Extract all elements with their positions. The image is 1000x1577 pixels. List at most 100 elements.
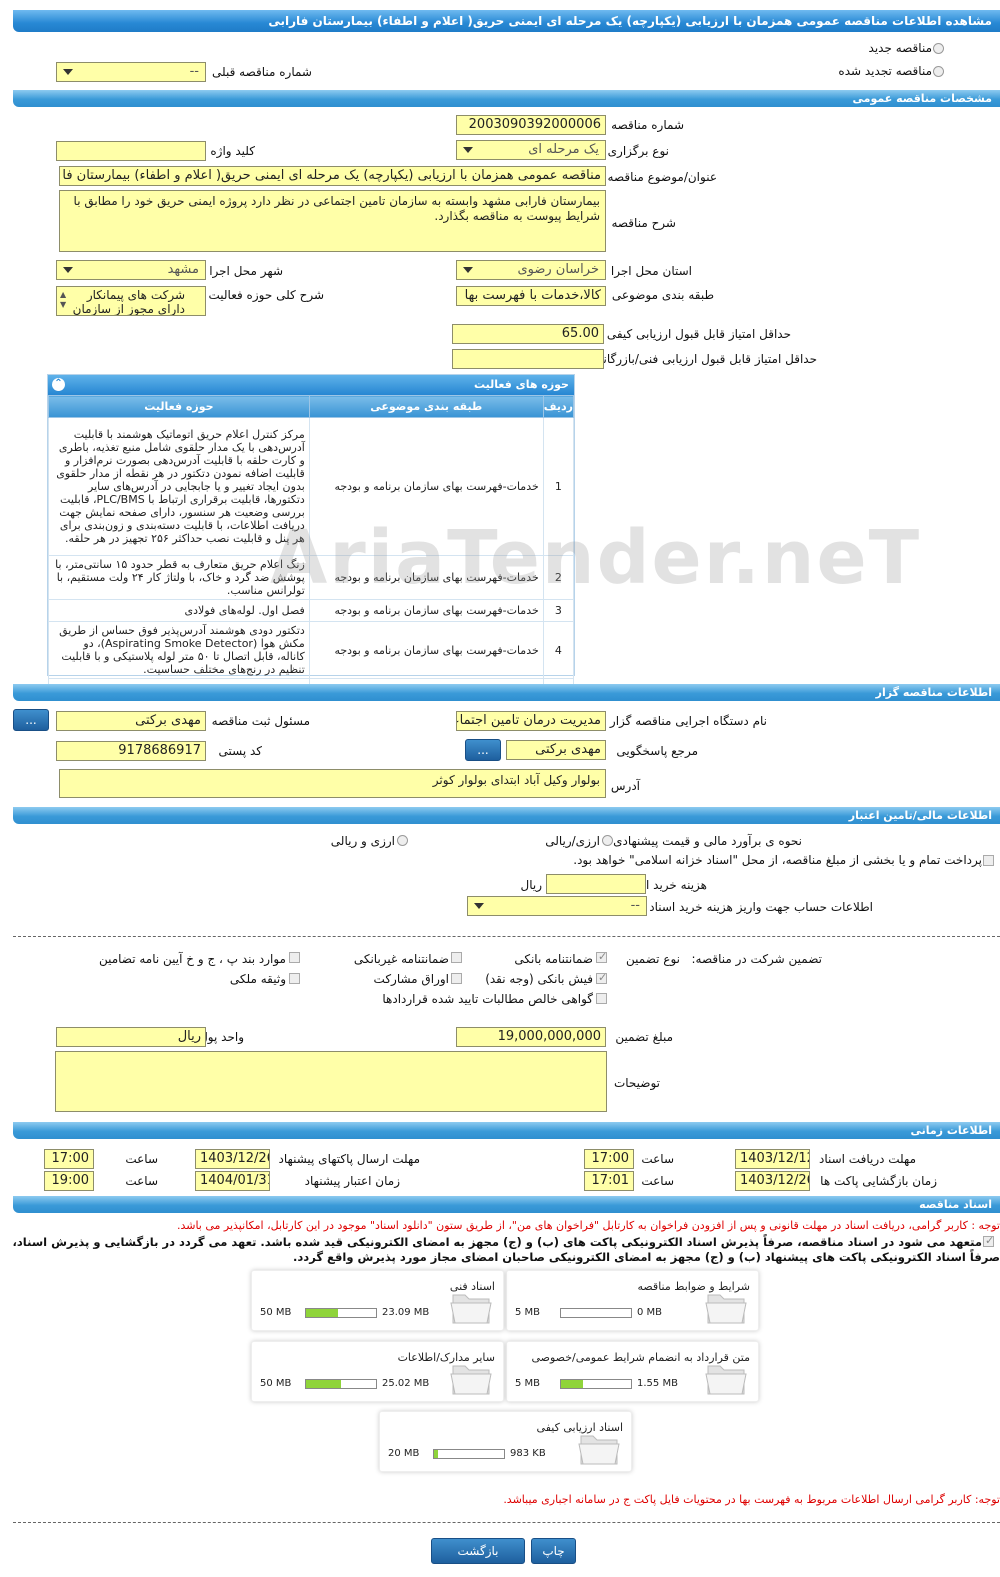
doc-card-progress xyxy=(305,1308,377,1318)
guarantee-property-checkbox[interactable] xyxy=(289,973,300,984)
estimate-label: نحوه ی برآورد مالی و قیمت پیشنهادی xyxy=(613,834,802,848)
category-field[interactable]: کالا،خدمات با فهرست بها xyxy=(456,286,606,306)
city-select[interactable]: مشهد xyxy=(56,260,206,280)
guarantee-cash-label: فیش بانکی (وجه نقد) xyxy=(485,972,593,986)
province-label: استان محل اجرا xyxy=(610,264,692,278)
subject-field[interactable]: مناقصه عمومی همزمان با ارزیابی (یکپارچه)… xyxy=(59,166,606,186)
guarantee-amount-field[interactable]: 19,000,000,000 xyxy=(456,1027,606,1047)
min-quality-field[interactable]: 65.00 xyxy=(452,324,604,344)
province-select[interactable]: خراسان رضوی xyxy=(456,260,606,280)
time-label: ساعت xyxy=(125,1152,158,1166)
back-button[interactable]: بازگشت xyxy=(431,1538,525,1564)
divider xyxy=(13,1522,1000,1523)
doc-card-limit: 20 MB xyxy=(388,1448,420,1459)
new-tender-radio[interactable] xyxy=(933,43,944,54)
finance-section-header: اطلاعات مالی/تامین اعتبار xyxy=(13,807,1000,824)
hold-type-label: نوع برگزاری xyxy=(607,144,669,158)
commit-line-2: صرفاً اسناد الکترونیکی پاکت های پیشنهاد … xyxy=(293,1250,1000,1264)
doc-card[interactable]: سایر مدارک/اطلاعات 50 MB 25.02 MB xyxy=(251,1341,504,1402)
prev-number-select[interactable]: -- xyxy=(56,62,206,82)
guarantee-claims-checkbox[interactable] xyxy=(596,993,607,1004)
doc-receive-time[interactable]: 17:00 xyxy=(584,1149,634,1169)
org-name-field[interactable]: مدیریت درمان تامین اجتماعی xyxy=(456,711,606,731)
guarantee-items-checkbox[interactable] xyxy=(289,952,300,963)
treasury-checkbox[interactable] xyxy=(983,855,994,866)
doc-fee-field[interactable] xyxy=(546,874,646,894)
activity-desc-field[interactable]: شرکت های پیمانکار دارای مجوز از سازمان ب… xyxy=(56,286,206,316)
docs-note: توجه : کاربر گرامی، دریافت اسناد در مهلت… xyxy=(176,1219,1000,1232)
scroll-arrows-icon[interactable]: ▲ ▼ xyxy=(60,290,66,310)
table-row: 3 خدمات-فهرست بهای سازمان برنامه و بودجه… xyxy=(48,599,575,622)
activities-grid-header: حوزه های فعالیت ⌃ xyxy=(48,375,574,395)
guarantee-nonbank-checkbox[interactable] xyxy=(451,952,462,963)
estimate-fx-radio[interactable] xyxy=(602,835,613,846)
table-row: 4 خدمات-فهرست بهای سازمان برنامه و بودجه… xyxy=(48,621,575,679)
registrar-label: مسئول ثبت مناقصه xyxy=(211,714,310,728)
registrar-lookup-button[interactable]: ... xyxy=(13,709,49,731)
estimate-fx-rial-radio[interactable] xyxy=(397,835,408,846)
min-tech-label: حداقل امتیاز قابل قبول ارزیابی فنی/بازرگ… xyxy=(593,352,817,366)
address-label: آدرس xyxy=(610,779,640,793)
keyword-field[interactable] xyxy=(56,141,206,161)
new-tender-label: مناقصه جدید xyxy=(868,41,932,55)
registrar-field[interactable]: مهدی برکتی xyxy=(56,711,206,731)
chevron-down-icon xyxy=(463,147,473,153)
account-select[interactable]: -- xyxy=(467,896,647,916)
send-deadline-date[interactable]: 1403/12/26 xyxy=(195,1149,270,1169)
folder-icon xyxy=(450,1294,492,1324)
price-list-note: توجه: کاربر گرامی ارسال اطلاعات مربوط به… xyxy=(503,1493,1000,1506)
tender-number-field[interactable]: 2003090392000006 xyxy=(456,115,606,135)
doc-card-used: 25.02 MB xyxy=(382,1378,430,1389)
doc-receive-date[interactable]: 1403/12/12 xyxy=(735,1149,810,1169)
notes-field[interactable] xyxy=(55,1051,607,1112)
guarantee-bonds-checkbox[interactable] xyxy=(451,973,462,984)
opening-date[interactable]: 1403/12/26 xyxy=(735,1171,810,1191)
doc-card-used: 0 MB xyxy=(637,1307,663,1318)
subject-label: عنوان/موضوع مناقصه xyxy=(607,170,717,184)
city-label: شهر محل اجرا xyxy=(209,264,283,278)
collapse-icon[interactable]: ⌃ xyxy=(52,378,65,391)
description-field[interactable]: بیمارستان فارابی مشهد وابسته به سازمان ت… xyxy=(59,190,606,252)
estimate-fx-rial-label: ارزی و ریالی xyxy=(330,834,395,848)
send-deadline-time[interactable]: 17:00 xyxy=(44,1149,94,1169)
doc-card[interactable]: متن قرارداد به انضمام شرایط عمومی/خصوصی 5… xyxy=(506,1341,759,1402)
cell-row: 4 xyxy=(542,621,575,679)
doc-card-used: 983 KB xyxy=(510,1448,546,1459)
guarantee-nonbank-label: ضمانتنامه غیربانکی xyxy=(353,952,449,966)
renewed-tender-radio[interactable] xyxy=(933,66,944,77)
account-label: اطلاعات حساب جهت واریز هزینه خرید اسناد xyxy=(649,900,873,914)
hold-type-select[interactable]: یک مرحله ای xyxy=(456,140,606,160)
opening-time[interactable]: 17:01 xyxy=(584,1171,634,1191)
doc-card[interactable]: اسناد ارزیابی کیفی 20 MB 983 KB xyxy=(379,1411,632,1472)
validity-time[interactable]: 19:00 xyxy=(44,1171,94,1191)
cell-field: فصل اول. لوله‌های فولادی xyxy=(48,599,310,622)
category-label: طبقه بندی موضوعی xyxy=(611,288,714,302)
responder-lookup-button[interactable]: ... xyxy=(465,739,501,761)
responder-field[interactable]: مهدی برکتی xyxy=(506,740,606,760)
doc-receive-label: مهلت دریافت اسناد xyxy=(818,1152,916,1166)
cell-row: 3 xyxy=(542,599,575,622)
doc-card[interactable]: اسناد فنی 50 MB 23.09 MB xyxy=(251,1270,504,1331)
print-button[interactable]: چاپ xyxy=(531,1538,576,1564)
postal-code-field[interactable]: 9178686917 xyxy=(56,741,206,761)
currency-field[interactable]: ریال xyxy=(56,1027,206,1047)
commit-checkbox[interactable] xyxy=(983,1234,994,1247)
col-row: ردیف xyxy=(542,395,575,418)
address-field[interactable]: بولوار وکیل آباد ابتدای بولوار کوثر xyxy=(59,769,606,798)
guarantee-cash-checkbox[interactable] xyxy=(596,971,607,984)
doc-card-limit: 50 MB xyxy=(260,1307,292,1318)
doc-card-used: 1.55 MB xyxy=(637,1378,678,1389)
validity-date[interactable]: 1404/01/31 xyxy=(195,1171,270,1191)
watermark: AriaTender.neT xyxy=(270,515,922,601)
folder-icon xyxy=(578,1435,620,1465)
doc-card-progress xyxy=(433,1449,505,1459)
folder-icon xyxy=(705,1365,747,1395)
treasury-label: پرداخت تمام و یا بخشی از مبلغ مناقصه، از… xyxy=(573,853,982,867)
doc-card-used: 23.09 MB xyxy=(382,1307,430,1318)
guarantee-items-label: موارد بند پ ، ج و خ آیین نامه تضامین xyxy=(98,952,286,966)
guarantee-bank-checkbox[interactable] xyxy=(596,950,607,963)
col-field: حوزه فعالیت xyxy=(48,395,310,418)
doc-card[interactable]: شرایط و ضوابط مناقصه 5 MB 0 MB xyxy=(506,1270,759,1331)
min-tech-field[interactable] xyxy=(452,349,604,369)
guarantee-claims-label: گواهی خالص مطالبات تایید شده قراردادها xyxy=(382,992,593,1006)
